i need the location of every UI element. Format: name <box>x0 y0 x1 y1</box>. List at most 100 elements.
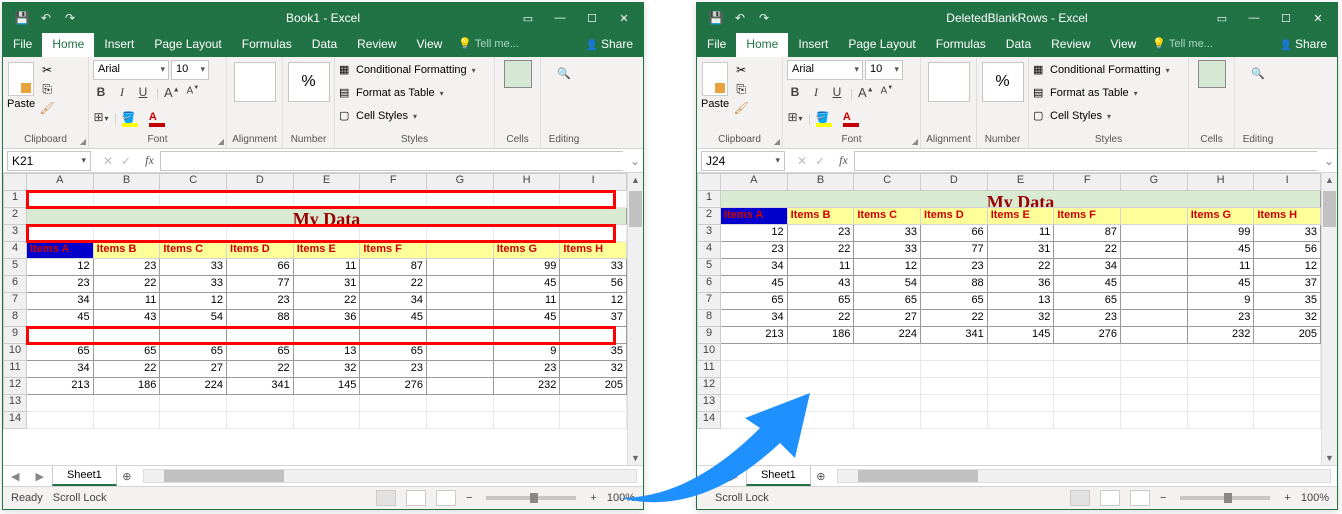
data-cell[interactable]: 23 <box>494 361 561 378</box>
expand-formula-icon[interactable]: ⌄ <box>627 154 643 168</box>
data-cell[interactable]: 12 <box>27 259 94 276</box>
data-cell[interactable]: 12 <box>160 293 227 310</box>
data-cell[interactable]: 11 <box>94 293 161 310</box>
empty-cell[interactable] <box>1188 412 1255 429</box>
row-header[interactable]: 8 <box>3 310 27 327</box>
row-header[interactable]: 11 <box>3 361 27 378</box>
data-cell[interactable]: 32 <box>294 361 361 378</box>
save-icon[interactable]: 💾 <box>15 11 29 25</box>
data-cell[interactable]: 36 <box>294 310 361 327</box>
row-header[interactable]: 9 <box>3 327 27 344</box>
sheet-nav-prev-icon[interactable]: ◀ <box>3 470 27 483</box>
empty-cell[interactable] <box>721 378 788 395</box>
ribbon-display-icon[interactable]: ▭ <box>1207 8 1237 28</box>
data-cell[interactable] <box>427 276 494 293</box>
column-header[interactable]: I <box>1254 173 1321 191</box>
data-cell[interactable]: 32 <box>988 310 1055 327</box>
tab-review[interactable]: Review <box>1041 33 1100 57</box>
underline-button[interactable]: U <box>829 85 845 103</box>
format-painter-icon[interactable]: 🖌 <box>38 100 56 116</box>
empty-cell[interactable] <box>27 412 94 429</box>
header-cell[interactable]: Items D <box>227 242 294 259</box>
data-cell[interactable] <box>427 344 494 361</box>
data-cell[interactable]: 23 <box>360 361 427 378</box>
data-cell[interactable]: 65 <box>227 344 294 361</box>
empty-cell[interactable] <box>1188 361 1255 378</box>
data-cell[interactable]: 65 <box>854 293 921 310</box>
data-cell[interactable]: 33 <box>854 225 921 242</box>
empty-cell[interactable] <box>294 412 361 429</box>
data-cell[interactable]: 205 <box>1254 327 1321 344</box>
sheet-tab[interactable]: Sheet1 <box>746 466 811 486</box>
data-cell[interactable] <box>227 327 294 344</box>
column-header[interactable]: G <box>1121 173 1188 191</box>
new-sheet-icon[interactable]: ⊕ <box>811 470 831 483</box>
data-cell[interactable]: 31 <box>988 242 1055 259</box>
number-launcher[interactable]: % <box>288 62 330 102</box>
fx-icon[interactable]: fx <box>833 153 854 168</box>
column-header[interactable]: B <box>788 173 855 191</box>
data-cell[interactable]: 11 <box>294 259 361 276</box>
cells-icon[interactable] <box>1198 60 1226 88</box>
column-header[interactable]: C <box>854 173 921 191</box>
spreadsheet-grid-left[interactable]: ABCDEFGHI12My Data34Items AItems BItems … <box>3 173 643 465</box>
copy-icon[interactable]: ⎘ <box>38 81 56 97</box>
conditional-formatting-button[interactable]: ▦Conditional Formatting <box>339 60 476 80</box>
empty-cell[interactable] <box>1054 395 1121 412</box>
data-cell[interactable]: 22 <box>1054 242 1121 259</box>
cut-icon[interactable]: ✂ <box>38 62 56 78</box>
paste-button[interactable]: Paste <box>701 60 729 110</box>
sheet-nav-next-icon[interactable]: ▶ <box>721 470 745 483</box>
empty-cell[interactable] <box>94 191 161 208</box>
minimize-icon[interactable]: ― <box>545 8 575 28</box>
row-header[interactable]: 7 <box>697 293 721 310</box>
data-cell[interactable] <box>494 327 561 344</box>
empty-cell[interactable] <box>494 191 561 208</box>
zoom-slider[interactable] <box>1180 496 1270 500</box>
header-cell[interactable]: Items H <box>560 242 627 259</box>
empty-cell[interactable] <box>294 191 361 208</box>
empty-cell[interactable] <box>360 412 427 429</box>
grow-font-icon[interactable]: A▲ <box>858 85 874 103</box>
empty-cell[interactable] <box>721 395 788 412</box>
normal-view-icon[interactable] <box>1070 490 1090 506</box>
bold-button[interactable]: B <box>787 85 803 103</box>
data-cell[interactable]: 12 <box>560 293 627 310</box>
data-cell[interactable] <box>1121 276 1188 293</box>
data-cell[interactable]: 11 <box>788 259 855 276</box>
data-cell[interactable]: 23 <box>1188 310 1255 327</box>
empty-cell[interactable] <box>94 225 161 242</box>
alignment-launcher[interactable] <box>234 62 276 102</box>
row-header[interactable]: 1 <box>3 191 27 208</box>
data-cell[interactable]: 45 <box>494 310 561 327</box>
data-cell[interactable]: 11 <box>494 293 561 310</box>
data-cell[interactable]: 23 <box>27 276 94 293</box>
empty-cell[interactable] <box>788 395 855 412</box>
empty-cell[interactable] <box>427 412 494 429</box>
close-icon[interactable]: ✕ <box>1303 8 1333 28</box>
data-cell[interactable]: 37 <box>1254 276 1321 293</box>
empty-cell[interactable] <box>988 395 1055 412</box>
data-cell[interactable]: 276 <box>360 378 427 395</box>
empty-cell[interactable] <box>560 191 627 208</box>
font-name-dropdown[interactable]: Arial <box>93 60 169 80</box>
data-cell[interactable]: 45 <box>27 310 94 327</box>
tell-me[interactable]: 💡 Tell me... <box>1146 33 1219 57</box>
empty-cell[interactable] <box>1121 378 1188 395</box>
empty-cell[interactable] <box>560 395 627 412</box>
data-cell[interactable]: 23 <box>788 225 855 242</box>
horizontal-scrollbar[interactable] <box>837 469 1331 483</box>
column-header[interactable]: C <box>160 173 227 191</box>
row-header[interactable]: 6 <box>697 276 721 293</box>
data-cell[interactable] <box>94 327 161 344</box>
empty-cell[interactable] <box>788 412 855 429</box>
empty-cell[interactable] <box>27 191 94 208</box>
find-icon[interactable]: 🔍 <box>1245 60 1271 86</box>
header-cell[interactable]: Items A <box>27 242 94 259</box>
data-cell[interactable]: 45 <box>1188 242 1255 259</box>
empty-cell[interactable] <box>227 412 294 429</box>
fx-icon[interactable]: fx <box>139 153 160 168</box>
empty-cell[interactable] <box>1121 344 1188 361</box>
empty-cell[interactable] <box>788 378 855 395</box>
data-cell[interactable]: 12 <box>721 225 788 242</box>
